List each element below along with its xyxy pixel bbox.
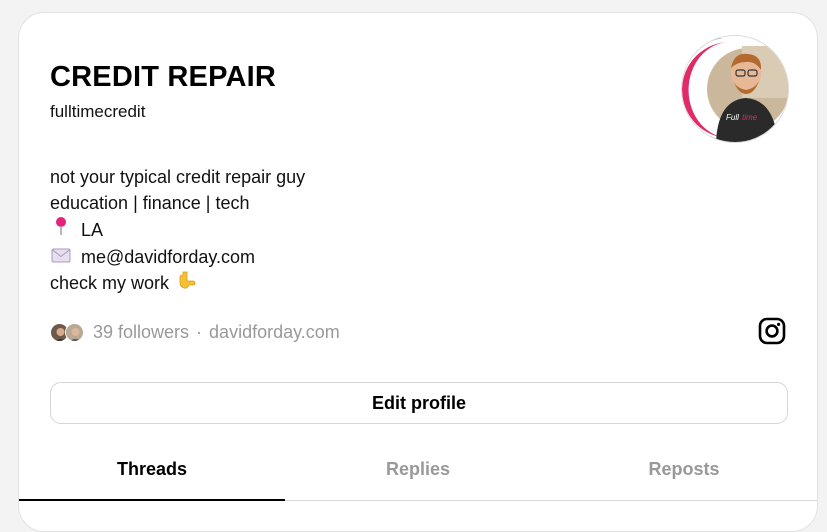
bio-location: LA — [50, 216, 305, 243]
bio-cta: check my work — [50, 270, 305, 297]
bio-email: me@davidforday.com — [50, 244, 305, 270]
tab-replies[interactable]: Replies — [285, 450, 551, 500]
bio-line: not your typical credit repair guy — [50, 167, 306, 187]
tab-threads[interactable]: Threads — [19, 450, 285, 501]
svg-text:Full: Full — [726, 113, 739, 122]
edit-profile-button[interactable]: Edit profile — [50, 382, 788, 424]
cta-text: check my work — [50, 273, 170, 294]
avatar-image: Full time — [682, 36, 788, 142]
followers-count[interactable]: 39 followers — [93, 322, 189, 343]
bio-line: education | finance | tech — [50, 193, 250, 214]
email-text: me@davidforday.com — [81, 246, 256, 267]
profile-meta: 39 followers · davidforday.com — [50, 319, 340, 345]
bio: not your typical credit repair guy educa… — [50, 164, 305, 297]
instagram-icon[interactable] — [758, 317, 786, 345]
follower-avatars[interactable] — [50, 322, 84, 342]
follower-avatar — [65, 322, 84, 342]
profile-tabs: Threads Replies Reposts — [19, 450, 817, 501]
profile-name: CREDIT REPAIR — [50, 61, 277, 93]
meta-separator: · — [196, 321, 203, 342]
profile-card: CREDIT REPAIR fulltimecredit Full time n… — [18, 12, 818, 532]
profile-username: fulltimecredit — [50, 102, 146, 121]
tab-reposts[interactable]: Reposts — [551, 450, 817, 500]
pin-icon — [50, 216, 72, 243]
pointing-down-icon — [177, 270, 197, 297]
avatar[interactable]: Full time — [681, 35, 789, 143]
envelope-icon — [50, 244, 72, 270]
svg-text:time: time — [742, 113, 758, 122]
location-text: LA — [81, 219, 104, 240]
profile-link[interactable]: davidforday.com — [209, 322, 340, 343]
